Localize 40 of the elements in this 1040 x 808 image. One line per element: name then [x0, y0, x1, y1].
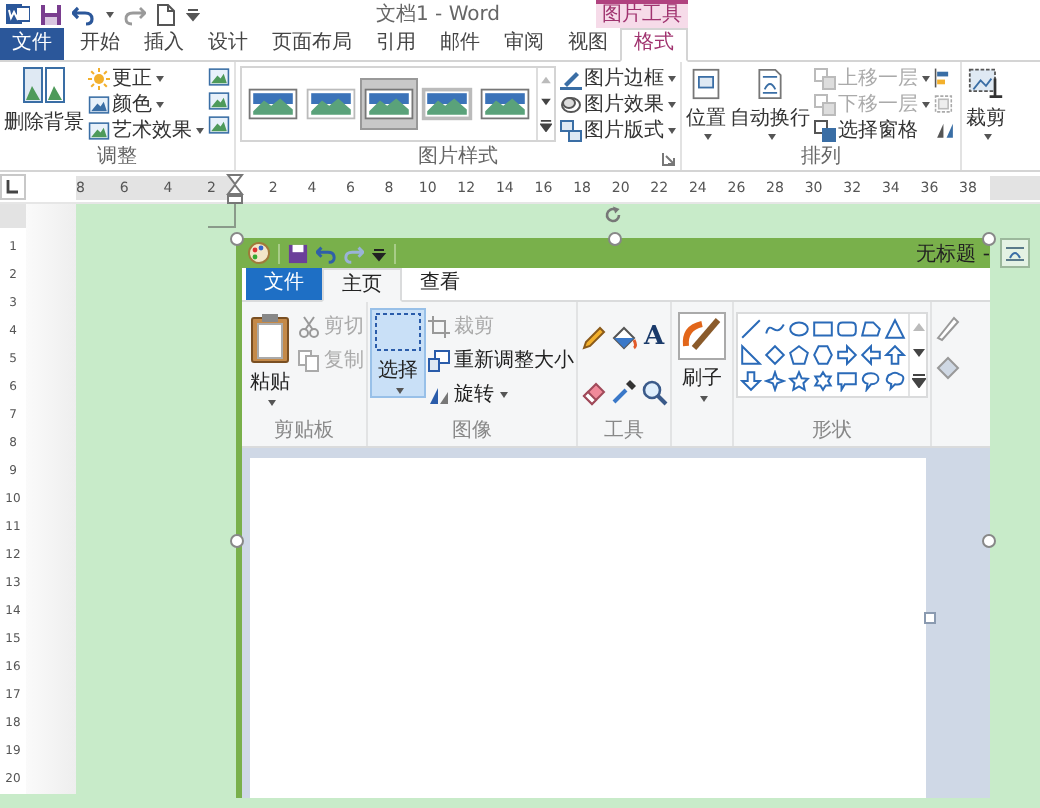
- ribbon-tab[interactable]: 文件: [246, 268, 322, 300]
- ribbon-dropdown[interactable]: 图片版式: [560, 118, 676, 142]
- ribbon-tab[interactable]: 设计: [196, 28, 260, 60]
- ribbon-tab[interactable]: 查看: [402, 268, 478, 300]
- select-button[interactable]: 选择: [370, 308, 426, 398]
- ribbon-dropdown[interactable]: 图片边框: [560, 66, 676, 90]
- ribbon-dropdown[interactable]: 更正: [88, 66, 204, 90]
- ribbon-dropdown[interactable]: 图片效果: [560, 92, 676, 116]
- group-label: 形状: [810, 418, 854, 446]
- group-label: 排列: [799, 146, 843, 170]
- position-button[interactable]: 位置: [686, 66, 726, 140]
- ribbon-tab[interactable]: 页面布局: [260, 28, 364, 60]
- window-title: 文档1 - Word: [373, 1, 503, 28]
- ribbon-dropdown[interactable]: 艺术效果: [88, 118, 204, 142]
- ribbon-tab[interactable]: 审阅: [492, 28, 556, 60]
- image-button[interactable]: 重新调整大小: [428, 346, 574, 374]
- group-label: 剪贴板: [272, 418, 336, 446]
- group-label: 图片样式: [418, 146, 498, 170]
- ribbon-tab[interactable]: 开始: [68, 28, 132, 60]
- arrange-button[interactable]: 选择窗格: [814, 118, 930, 142]
- ribbon-tab[interactable]: 插入: [132, 28, 196, 60]
- remove-background-button[interactable]: 删除背景: [4, 66, 84, 136]
- wrap-text-button[interactable]: 自动换行: [730, 66, 810, 140]
- group-label: 工具: [602, 418, 646, 446]
- ribbon-tab[interactable]: 邮件: [428, 28, 492, 60]
- ribbon-tab[interactable]: 引用: [364, 28, 428, 60]
- paste-button[interactable]: 粘贴: [244, 308, 296, 410]
- ribbon-tab[interactable]: 文件: [0, 28, 64, 60]
- brushes-button[interactable]: 刷子: [674, 308, 730, 406]
- group-label: 调整: [95, 146, 139, 170]
- contextual-tab-label: 图片工具: [596, 0, 688, 28]
- ribbon-tab[interactable]: 视图: [556, 28, 620, 60]
- window-title: 无标题 -: [916, 241, 990, 267]
- ribbon-tab[interactable]: 格式: [620, 28, 688, 62]
- image-button[interactable]: 旋转: [428, 380, 574, 408]
- ribbon-tab[interactable]: 主页: [322, 268, 402, 302]
- ribbon-dropdown[interactable]: 颜色: [88, 92, 204, 116]
- crop-button[interactable]: 裁剪: [966, 66, 1006, 140]
- group-label: 图像: [450, 418, 494, 446]
- text-tool-button[interactable]: A: [640, 324, 668, 352]
